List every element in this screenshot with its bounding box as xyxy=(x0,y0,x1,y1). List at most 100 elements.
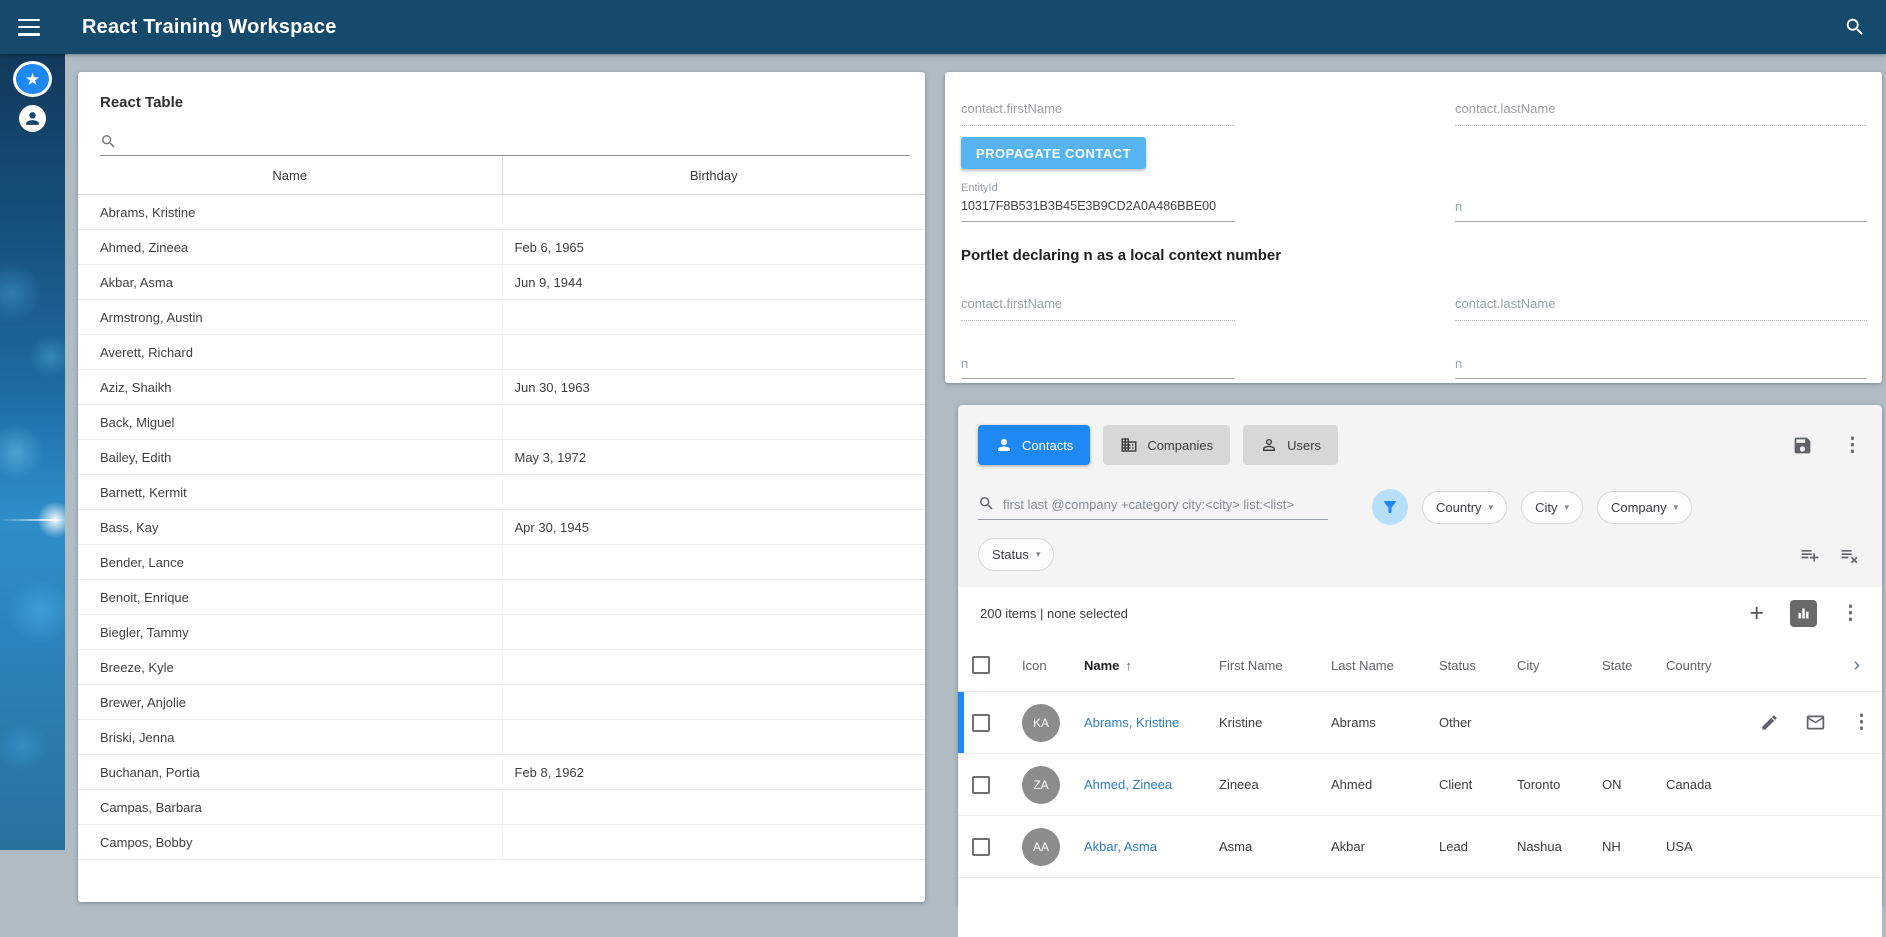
filter-chip-city[interactable]: City ▾ xyxy=(1521,491,1583,524)
tab-contacts[interactable]: Contacts xyxy=(978,425,1090,465)
contact-name-link[interactable]: Akbar, Asma xyxy=(1084,839,1219,854)
menu-icon[interactable] xyxy=(18,19,40,36)
contacts-panel: Contacts Companies Users ⋮ xyxy=(958,405,1882,905)
column-header-name[interactable]: Name xyxy=(78,156,502,194)
chip-label: Country xyxy=(1436,500,1482,515)
n-field-2[interactable]: n xyxy=(961,356,1235,379)
table-row[interactable]: Benoit, Enrique xyxy=(78,580,925,615)
tab-companies[interactable]: Companies xyxy=(1103,425,1230,465)
table-row[interactable]: Breeze, Kyle xyxy=(78,650,925,685)
table-row[interactable]: Ahmed, ZineeaFeb 6, 1965 xyxy=(78,230,925,265)
react-table-panel: React Table Name Birthday Abrams, Kristi… xyxy=(78,72,925,902)
entity-id-value[interactable]: 10317F8B531B3B45E3B9CD2A0A486BBE00 xyxy=(961,199,1235,222)
table-row[interactable]: Bender, Lance xyxy=(78,545,925,580)
table-row[interactable]: Back, Miguel xyxy=(78,405,925,440)
chevron-down-icon: ▾ xyxy=(1489,502,1494,513)
contacts-search-field[interactable] xyxy=(978,495,1328,520)
chevron-down-icon: ▾ xyxy=(1564,502,1569,513)
table-row[interactable]: Biegler, Tammy xyxy=(78,615,925,650)
header-state[interactable]: State xyxy=(1602,658,1666,673)
propagate-contact-panel: contact.firstName contact.lastName PROPA… xyxy=(945,72,1882,383)
search-icon[interactable] xyxy=(1844,16,1866,38)
list-more-icon[interactable]: ⋮ xyxy=(1841,604,1860,623)
table-search-field[interactable] xyxy=(100,125,910,156)
header-last-name[interactable]: Last Name xyxy=(1331,658,1439,673)
app-bar: React Training Workspace xyxy=(0,0,1886,54)
table-row[interactable]: Bass, KayApr 30, 1945 xyxy=(78,510,925,545)
filter-chip-company[interactable]: Company ▾ xyxy=(1597,491,1692,524)
table-row[interactable]: Barnett, Kermit xyxy=(78,475,925,510)
search-icon xyxy=(978,495,995,512)
table-row[interactable]: Bailey, EdithMay 3, 1972 xyxy=(78,440,925,475)
contact-row[interactable]: AA Akbar, Asma Asma Akbar Lead Nashua NH… xyxy=(958,816,1882,878)
items-summary: 200 items | none selected xyxy=(980,606,1128,621)
add-contact-icon[interactable]: + xyxy=(1749,601,1764,626)
table-row[interactable]: Brewer, Anjolie xyxy=(78,685,925,720)
header-icon: Icon xyxy=(1022,658,1084,673)
n-field-3[interactable]: n xyxy=(1455,356,1867,379)
header-first-name[interactable]: First Name xyxy=(1219,658,1331,673)
contacts-list: 200 items | none selected + ⋮ Icon Name↑… xyxy=(958,587,1882,937)
cell-city: Toronto xyxy=(1517,777,1602,792)
column-header-birthday[interactable]: Birthday xyxy=(502,156,926,194)
cell-status: Client xyxy=(1439,777,1517,792)
cell-first-name: Kristine xyxy=(1219,715,1331,730)
select-all-checkbox[interactable] xyxy=(972,656,990,674)
edit-icon[interactable] xyxy=(1760,713,1779,732)
chevron-right-icon[interactable]: › xyxy=(1760,654,1868,677)
save-icon[interactable] xyxy=(1792,435,1813,456)
tab-label: Contacts xyxy=(1022,438,1073,453)
contacts-search-input[interactable] xyxy=(1003,497,1328,512)
table-row[interactable]: Campas, Barbara xyxy=(78,790,925,825)
app-title: React Training Workspace xyxy=(82,16,337,39)
propagate-contact-button[interactable]: PROPAGATE CONTACT xyxy=(961,137,1146,169)
workspace-star-icon[interactable]: ★ xyxy=(13,61,52,97)
table-row[interactable]: Abrams, Kristine xyxy=(78,195,925,230)
cell-last-name: Abrams xyxy=(1331,715,1439,730)
mail-icon[interactable] xyxy=(1805,712,1826,733)
list-toolbar: 200 items | none selected + ⋮ xyxy=(958,587,1882,639)
filter-funnel-icon[interactable] xyxy=(1372,489,1408,525)
table-row[interactable]: Armstrong, Austin xyxy=(78,300,925,335)
filter-chip-status[interactable]: Status ▾ xyxy=(978,538,1054,571)
contact-name-link[interactable]: Abrams, Kristine xyxy=(1084,715,1219,730)
table-row[interactable]: Aziz, ShaikhJun 30, 1963 xyxy=(78,370,925,405)
account-icon[interactable] xyxy=(19,105,46,132)
search-icon xyxy=(100,133,117,150)
row-more-icon[interactable]: ⋮ xyxy=(1852,713,1871,732)
contact-name-link[interactable]: Ahmed, Zineea xyxy=(1084,777,1219,792)
last-name-field[interactable]: contact.lastName xyxy=(1455,101,1867,126)
filter-chip-country[interactable]: Country ▾ xyxy=(1422,491,1507,524)
tab-users[interactable]: Users xyxy=(1243,425,1338,465)
table-search-input[interactable] xyxy=(125,135,910,150)
chart-view-icon[interactable] xyxy=(1790,600,1817,627)
table-row[interactable]: Buchanan, PortiaFeb 8, 1962 xyxy=(78,755,925,790)
header-country[interactable]: Country xyxy=(1666,658,1760,673)
first-name-field[interactable]: contact.firstName xyxy=(961,101,1235,126)
panel-title: React Table xyxy=(100,94,925,111)
last-name-field-2[interactable]: contact.lastName xyxy=(1455,296,1867,321)
chip-label: City xyxy=(1535,500,1557,515)
first-name-field-2[interactable]: contact.firstName xyxy=(961,296,1235,321)
contact-row[interactable]: KA Abrams, Kristine Kristine Abrams Othe… xyxy=(958,692,1882,754)
table-row[interactable]: Campos, Bobby xyxy=(78,825,925,860)
row-checkbox[interactable] xyxy=(972,714,990,732)
playlist-remove-icon[interactable] xyxy=(1840,545,1860,565)
header-status[interactable]: Status xyxy=(1439,658,1517,673)
table-row[interactable]: Akbar, AsmaJun 9, 1944 xyxy=(78,265,925,300)
table-row[interactable]: Briski, Jenna xyxy=(78,720,925,755)
n-field[interactable]: n xyxy=(1455,199,1867,222)
playlist-add-icon[interactable] xyxy=(1800,545,1820,565)
row-checkbox[interactable] xyxy=(972,776,990,794)
cell-country: Canada xyxy=(1666,777,1760,792)
header-city[interactable]: City xyxy=(1517,658,1602,673)
contact-row[interactable]: ZA Ahmed, Zineea Zineea Ahmed Client Tor… xyxy=(958,754,1882,816)
chevron-down-icon: ▾ xyxy=(1036,549,1041,560)
more-menu-icon[interactable]: ⋮ xyxy=(1843,436,1862,455)
search-filter-row: Country ▾ City ▾ Company ▾ xyxy=(958,465,1882,525)
row-checkbox[interactable] xyxy=(972,838,990,856)
chip-label: Company xyxy=(1611,500,1667,515)
table-row[interactable]: Averett, Richard xyxy=(78,335,925,370)
header-name[interactable]: Name↑ xyxy=(1084,658,1219,673)
person-outline-icon xyxy=(1260,436,1278,454)
